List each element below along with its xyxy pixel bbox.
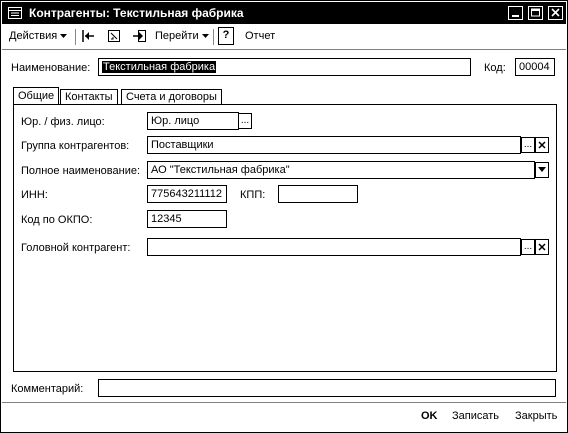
okpo-value: 12345 bbox=[151, 213, 182, 225]
tab-contacts-label: Контакты bbox=[65, 91, 113, 103]
footer-divider bbox=[2, 402, 566, 404]
entity-type-field[interactable]: Юр. лицо bbox=[147, 112, 239, 130]
close-icon bbox=[551, 8, 560, 17]
kpp-field[interactable] bbox=[278, 185, 358, 203]
report-button[interactable]: Отчет bbox=[245, 30, 275, 42]
group-label: Группа контрагентов: bbox=[21, 140, 130, 152]
folder-icon bbox=[8, 7, 22, 19]
group-select-button[interactable]: ... bbox=[521, 137, 535, 153]
entity-type-value: Юр. лицо bbox=[151, 115, 200, 127]
close-button[interactable]: Закрыть bbox=[515, 410, 557, 422]
ellipsis-icon: ... bbox=[240, 115, 250, 126]
form-window: Контрагенты: Текстильная фабрика Действи… bbox=[0, 0, 568, 433]
group-clear-button[interactable] bbox=[535, 137, 549, 153]
name-field[interactable]: Текстильная фабрика bbox=[98, 58, 471, 76]
comment-label: Комментарий: bbox=[11, 383, 84, 395]
goto-menu-label: Перейти bbox=[155, 30, 199, 42]
parent-counterparty-select-button[interactable]: ... bbox=[521, 239, 535, 255]
full-name-field[interactable]: АО "Текстильная фабрика" bbox=[147, 161, 535, 179]
ellipsis-icon: ... bbox=[523, 241, 533, 252]
entity-type-label: Юр. / физ. лицо: bbox=[21, 116, 105, 128]
maximize-button[interactable] bbox=[528, 6, 543, 20]
title-bar[interactable]: Контрагенты: Текстильная фабрика bbox=[2, 2, 566, 24]
parent-counterparty-field[interactable] bbox=[147, 238, 521, 256]
code-value: 00004 bbox=[519, 61, 550, 73]
help-button[interactable]: ? bbox=[218, 27, 234, 45]
full-name-dropdown-button[interactable] bbox=[535, 162, 549, 178]
chevron-down-icon bbox=[538, 167, 546, 172]
full-name-value: АО "Текстильная фабрика" bbox=[151, 164, 290, 176]
okpo-field[interactable]: 12345 bbox=[147, 210, 227, 228]
group-field[interactable]: Поставщики bbox=[147, 136, 521, 154]
tab-general[interactable]: Общие bbox=[13, 87, 60, 105]
inn-label: ИНН: bbox=[21, 189, 48, 201]
minimize-icon bbox=[512, 15, 519, 17]
inn-value: 775643211112 bbox=[151, 188, 222, 200]
toolbar: Действия Перейти ? Отчет bbox=[5, 27, 565, 47]
kpp-label: КПП: bbox=[240, 189, 266, 201]
group-value: Поставщики bbox=[151, 139, 214, 151]
ellipsis-icon: ... bbox=[523, 139, 533, 150]
tab-general-label: Общие bbox=[18, 90, 55, 102]
triangle-down-icon bbox=[201, 34, 209, 38]
tab-panel-general: Юр. / физ. лицо: Юр. лицо ... Группа кон… bbox=[13, 104, 557, 372]
save-button[interactable]: Записать bbox=[452, 410, 499, 422]
full-name-label: Полное наименование: bbox=[21, 165, 141, 177]
triangle-down-icon bbox=[60, 34, 68, 38]
close-window-button[interactable] bbox=[548, 6, 563, 20]
maximize-icon bbox=[531, 8, 540, 17]
code-field[interactable]: 00004 bbox=[515, 58, 555, 76]
actions-menu-label: Действия bbox=[9, 30, 58, 42]
close-icon bbox=[538, 243, 546, 251]
tab-accounts-contracts-label: Счета и договоры bbox=[126, 91, 217, 103]
tab-accounts-contracts[interactable]: Счета и договоры bbox=[121, 89, 222, 104]
toolbar-separator bbox=[75, 29, 77, 45]
entity-type-select-button[interactable]: ... bbox=[238, 113, 252, 129]
minimize-button[interactable] bbox=[508, 6, 523, 20]
tab-contacts[interactable]: Контакты bbox=[60, 89, 118, 104]
okpo-label: Код по ОКПО: bbox=[21, 214, 93, 226]
arrow-right-doc-icon[interactable] bbox=[132, 28, 148, 44]
name-value: Текстильная фабрика bbox=[102, 61, 217, 73]
toolbar-divider bbox=[2, 49, 566, 51]
parent-counterparty-label: Головной контрагент: bbox=[21, 242, 131, 254]
ok-button[interactable]: OK bbox=[421, 410, 438, 422]
comment-field[interactable] bbox=[98, 379, 556, 397]
actions-menu[interactable]: Действия bbox=[9, 30, 68, 42]
inn-field[interactable]: 775643211112 bbox=[147, 185, 227, 203]
name-label: Наименование: bbox=[11, 62, 91, 74]
code-label: Код: bbox=[484, 62, 506, 74]
close-icon bbox=[538, 141, 546, 149]
structure-icon[interactable] bbox=[106, 28, 122, 44]
arrow-left-in-icon[interactable] bbox=[80, 28, 96, 44]
toolbar-separator bbox=[213, 29, 215, 45]
window-title: Контрагенты: Текстильная фабрика bbox=[29, 6, 244, 20]
goto-menu[interactable]: Перейти bbox=[155, 30, 209, 42]
parent-counterparty-clear-button[interactable] bbox=[535, 239, 549, 255]
